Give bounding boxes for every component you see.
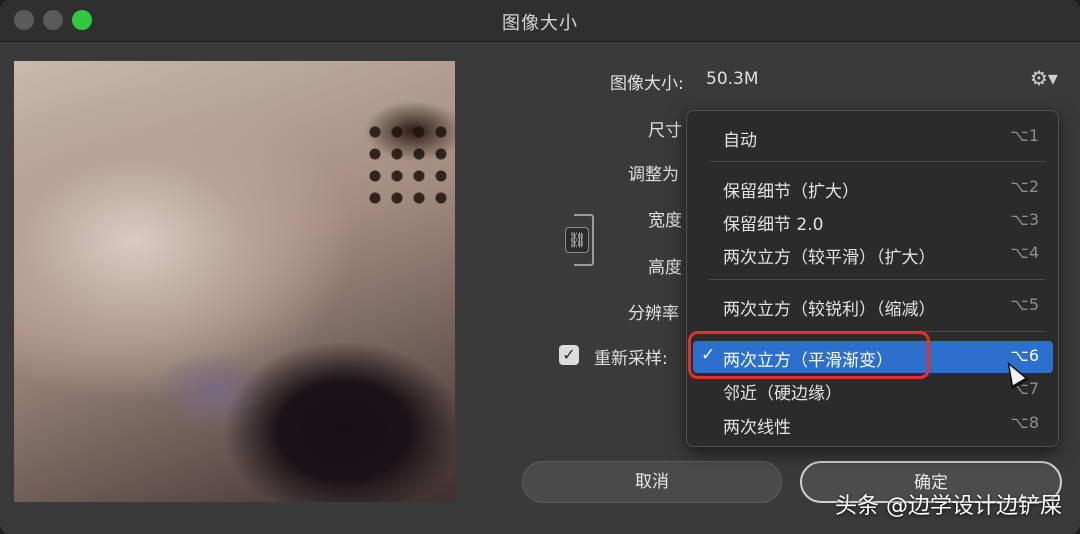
- menu-item-label: 保留细节 2.0: [723, 215, 824, 235]
- image-size-value: 50.3M: [706, 69, 759, 89]
- link-icon[interactable]: ⛓: [565, 227, 589, 253]
- menu-item-label: 邻近（硬边缘）: [723, 384, 842, 404]
- menu-item-shortcut: ⌥1: [1010, 126, 1039, 145]
- menu-item-bicubic-smoother[interactable]: 两次立方（较平滑）（扩大） ⌥4: [693, 238, 1053, 270]
- resample-method-menu: 自动 ⌥1 保留细节（扩大） ⌥2 保留细节 2.0 ⌥3 两次立方（较平滑）（…: [686, 110, 1059, 447]
- menu-item-bilinear[interactable]: 两次线性 ⌥8: [693, 408, 1053, 440]
- image-preview[interactable]: [14, 61, 455, 502]
- menu-item-auto[interactable]: 自动 ⌥1: [693, 121, 1053, 153]
- menu-item-preserve-details-2[interactable]: 保留细节 2.0 ⌥3: [693, 205, 1053, 237]
- resample-label: 重新采样:: [594, 349, 668, 369]
- height-label: 高度: [648, 258, 682, 278]
- cancel-button[interactable]: 取消: [522, 461, 782, 503]
- fit-to-label: 调整为: [628, 165, 679, 185]
- menu-item-label: 自动: [723, 131, 757, 151]
- image-size-label: 图像大小:: [610, 74, 684, 94]
- gear-icon[interactable]: ⚙▾: [1030, 66, 1058, 90]
- menu-separator: [709, 161, 1045, 162]
- menu-item-label: 两次立方（较锐利）（缩减）: [723, 300, 936, 320]
- image-size-dialog: 图像大小 图像大小: 50.3M ⚙▾ 尺寸 调整为 宽度 高度 分辨率 ⛓ ✓…: [0, 0, 1080, 534]
- annotation-highlight: [688, 331, 930, 379]
- window-title: 图像大小: [502, 13, 578, 34]
- preview-texture: [364, 121, 454, 211]
- menu-item-bicubic-sharper[interactable]: 两次立方（较锐利）（缩减） ⌥5: [693, 290, 1053, 322]
- menu-item-shortcut: ⌥2: [1010, 177, 1039, 196]
- menu-item-label: 两次线性: [723, 418, 791, 438]
- menu-item-label: 保留细节（扩大）: [723, 182, 859, 202]
- resample-checkbox[interactable]: ✓: [559, 345, 579, 365]
- menu-item-shortcut: ⌥3: [1010, 210, 1039, 229]
- menu-item-shortcut: ⌥4: [1010, 243, 1039, 262]
- menu-item-shortcut: ⌥5: [1010, 295, 1039, 314]
- title-bar: 图像大小: [0, 0, 1080, 42]
- width-label: 宽度: [648, 211, 682, 231]
- dimensions-label: 尺寸: [648, 121, 682, 141]
- resolution-label: 分辨率: [628, 304, 679, 324]
- menu-item-preserve-details[interactable]: 保留细节（扩大） ⌥2: [693, 172, 1053, 204]
- menu-item-label: 两次立方（较平滑）（扩大）: [723, 248, 936, 268]
- watermark: 头条 @边学设计边铲屎: [835, 494, 1062, 519]
- menu-item-shortcut: ⌥8: [1010, 413, 1039, 432]
- menu-separator: [709, 279, 1045, 280]
